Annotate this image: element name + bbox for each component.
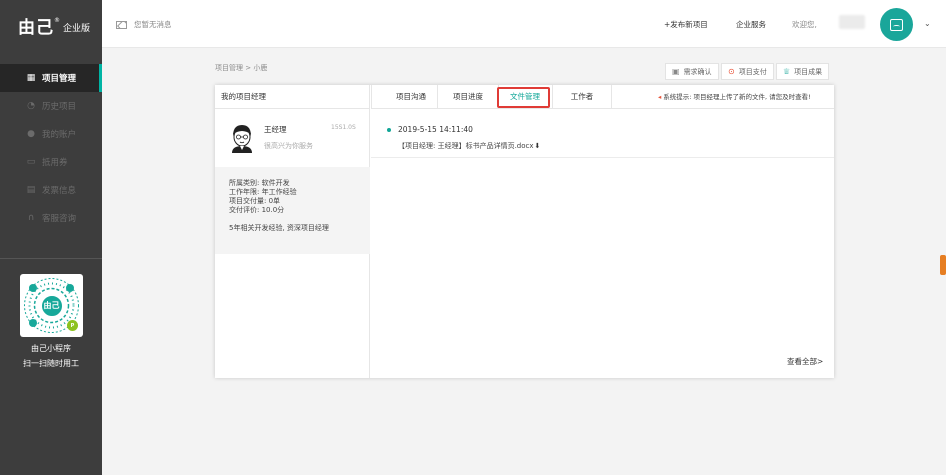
action-label: 需求确认	[683, 67, 712, 76]
sidebar-item-coupon[interactable]: ▭ 抵用券	[0, 148, 102, 176]
sidebar-item-invoice[interactable]: ▤ 发票信息	[0, 176, 102, 204]
active-tab-highlight	[497, 87, 550, 108]
tab-communication[interactable]: 项目沟通	[379, 85, 443, 109]
qr-badge: P	[67, 320, 78, 331]
file-entry-name: 【项目经理: 王经理】标书产品详情页.docx	[398, 142, 534, 150]
publish-project-link[interactable]: +发布新项目	[664, 19, 708, 30]
breadcrumb: 项目管理 > 小鹿	[215, 64, 268, 72]
trophy-icon: ♕	[783, 67, 791, 76]
sidebar-item-label: 我的账户	[42, 130, 77, 140]
avatar[interactable]	[880, 8, 913, 41]
qr-center-logo: 由己	[39, 293, 64, 318]
info-delivery-count: 项目交付量: 0单	[229, 197, 281, 205]
sidebar-item-label: 发票信息	[42, 186, 77, 196]
download-icon[interactable]: ⬇	[535, 142, 541, 150]
manager-card: 王经理 15S1.0S 很高兴为你服务	[215, 109, 370, 167]
sidebar-item-label: 历史项目	[42, 102, 77, 112]
brand-tag: 企业版	[63, 23, 91, 34]
sidebar-menu: ▦ 项目管理 ◔ 历史项目 ● 我的账户 ▭ 抵用券 ▤ 发票信息 ∩ 客服咨询	[0, 64, 102, 232]
user-icon: ●	[27, 129, 35, 139]
manager-description: 5年相关开发经验, 资深项目经理	[229, 224, 329, 232]
manager-panel: 我的项目经理 王经理 15S1.0S 很高兴为你服务 所属类别: 软件开发 工作…	[215, 85, 370, 378]
manager-info: 所属类别: 软件开发 工作年限: 年工作经验 项目交付量: 0单 交付评价: 1…	[215, 167, 370, 254]
sidebar-item-label: 抵用券	[42, 158, 68, 168]
sidebar-item-project-management[interactable]: ▦ 项目管理	[0, 64, 102, 92]
info-rating: 交付评价: 10.0分	[229, 206, 285, 214]
file-entry-date: 2019-5-15 14:11:40	[398, 125, 473, 134]
sidebar-item-support[interactable]: ∩ 客服咨询	[0, 204, 102, 232]
tab-bar: 项目沟通 项目进度 文件管理 工作者 ◂ 系统提示: 项目经理上传了新的文件, 请…	[371, 85, 834, 109]
yen-icon: ⊙	[728, 67, 735, 76]
sidebar-item-label: 项目管理	[42, 74, 77, 84]
chevron-down-icon[interactable]: ⌄	[924, 19, 931, 28]
clock-icon: ◔	[27, 101, 35, 111]
invoice-icon: ▤	[26, 185, 36, 195]
info-category: 所属类别: 软件开发	[229, 179, 290, 187]
action-label: 项目支付	[738, 67, 767, 76]
timeline-dot	[387, 128, 391, 132]
action-label: 项目成果	[794, 67, 823, 76]
manager-panel-title: 我的项目经理	[215, 85, 369, 109]
welcome-text: 欢迎您,	[792, 20, 817, 29]
message-notice[interactable]: 您暂无消息	[116, 19, 172, 30]
system-hint: ◂ 系统提示: 项目经理上传了新的文件, 请您及时查看!	[658, 91, 811, 101]
manager-subtitle: 很高兴为你服务	[264, 142, 313, 150]
tab-divider	[371, 85, 372, 109]
info-experience: 工作年限: 年工作经验	[229, 188, 297, 196]
mini-program-title: 由己小程序	[31, 344, 71, 353]
top-header: 您暂无消息 +发布新项目 企业服务 欢迎您, ⌄	[102, 0, 946, 48]
project-result-button[interactable]: ♕ 项目成果	[776, 63, 830, 80]
requirement-confirm-button[interactable]: ▣ 需求确认	[665, 63, 719, 80]
entry-divider	[371, 157, 834, 158]
file-entry[interactable]: 【项目经理: 王经理】标书产品详情页.docx⬇	[398, 141, 540, 151]
manager-avatar-icon	[232, 125, 252, 153]
project-payment-button[interactable]: ⊙ 项目支付	[721, 63, 774, 80]
face-icon	[890, 18, 903, 31]
manager-id: 15S1.0S	[331, 124, 356, 131]
grid-icon: ▦	[26, 73, 36, 83]
username-redacted	[839, 15, 865, 29]
headset-icon: ∩	[27, 213, 35, 223]
enterprise-service-link[interactable]: 企业服务	[736, 19, 766, 30]
qr-code: 由己 P	[20, 274, 83, 337]
sidebar: 由己 ® 企业版 ▦ 项目管理 ◔ 历史项目 ● 我的账户 ▭ 抵用券 ▤ 发票…	[0, 0, 102, 475]
message-text: 您暂无消息	[134, 20, 172, 29]
envelope-icon	[116, 20, 127, 29]
sidebar-item-history[interactable]: ◔ 历史项目	[0, 92, 102, 120]
project-panel: 我的项目经理 王经理 15S1.0S 很高兴为你服务 所属类别: 软件开发 工作…	[215, 85, 834, 378]
mini-program-caption: 扫一扫随时用工	[23, 359, 79, 368]
tab-divider	[611, 85, 612, 109]
doc-check-icon: ▣	[672, 67, 680, 76]
tab-workers[interactable]: 工作者	[553, 85, 611, 109]
manager-name: 王经理	[264, 125, 287, 134]
sidebar-item-label: 客服咨询	[42, 214, 77, 224]
scroll-handle[interactable]	[940, 255, 946, 275]
tab-progress[interactable]: 项目进度	[437, 85, 499, 109]
sidebar-item-account[interactable]: ● 我的账户	[0, 120, 102, 148]
ticket-icon: ▭	[26, 157, 36, 167]
content-area: 项目沟通 项目进度 文件管理 工作者 ◂ 系统提示: 项目经理上传了新的文件, 请…	[371, 85, 834, 378]
brand-name: 由己	[18, 17, 54, 38]
megaphone-icon: ◂	[658, 93, 662, 101]
brand-logo[interactable]: 由己 ® 企业版	[0, 0, 102, 50]
view-all-link[interactable]: 查看全部>	[787, 356, 823, 367]
system-hint-text: 系统提示: 项目经理上传了新的文件, 请您及时查看!	[663, 93, 811, 101]
sidebar-divider	[0, 258, 102, 259]
